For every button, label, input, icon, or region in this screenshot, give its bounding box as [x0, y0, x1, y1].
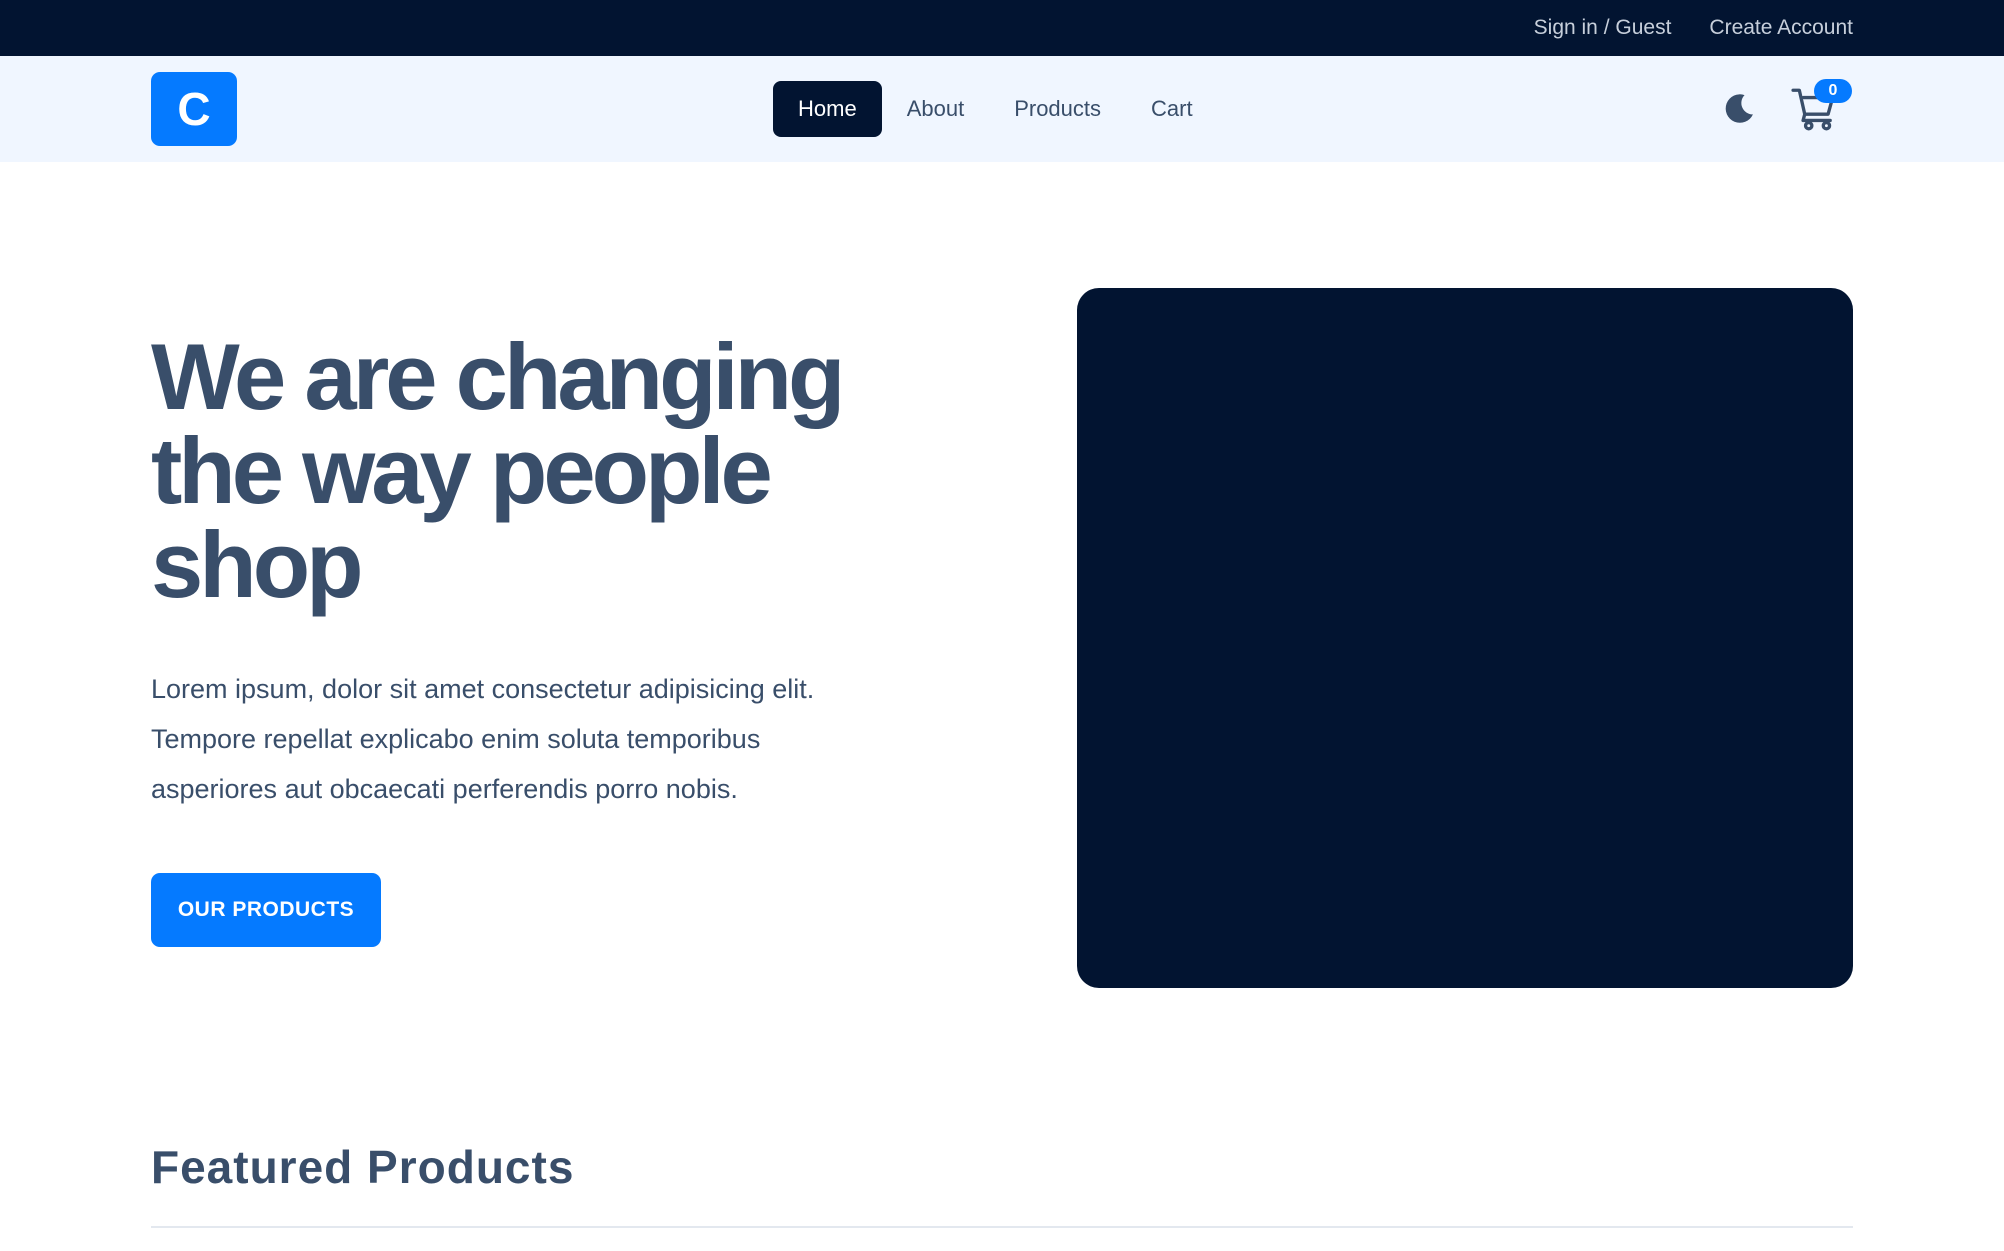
- hero-image-panel: [1077, 288, 1853, 988]
- logo[interactable]: C: [151, 72, 237, 146]
- hero-title: We are changing the way people shop: [151, 324, 845, 617]
- hero-description: Lorem ipsum, dolor sit amet consectetur …: [151, 674, 815, 804]
- nav-menu: Home About Products Cart: [773, 81, 1218, 137]
- top-bar: Sign in / Guest Create Account: [0, 0, 2004, 56]
- featured-products-title: Featured Products: [151, 1141, 575, 1193]
- our-products-button[interactable]: OUR PRODUCTS: [151, 873, 381, 947]
- cart-count-badge: 0: [1814, 79, 1852, 103]
- nav-link-home[interactable]: Home: [773, 81, 882, 137]
- nav-link-cart[interactable]: Cart: [1126, 81, 1218, 137]
- account-links: Sign in / Guest Create Account: [1534, 0, 1853, 56]
- sign-in-link[interactable]: Sign in / Guest: [1534, 16, 1672, 40]
- moon-icon[interactable]: [1720, 90, 1758, 128]
- nav-link-products[interactable]: Products: [989, 81, 1126, 137]
- main-navbar: C Home About Products Cart: [0, 56, 2004, 162]
- nav-link-about[interactable]: About: [882, 81, 990, 137]
- section-divider: [151, 1226, 1853, 1228]
- create-account-link[interactable]: Create Account: [1709, 16, 1853, 40]
